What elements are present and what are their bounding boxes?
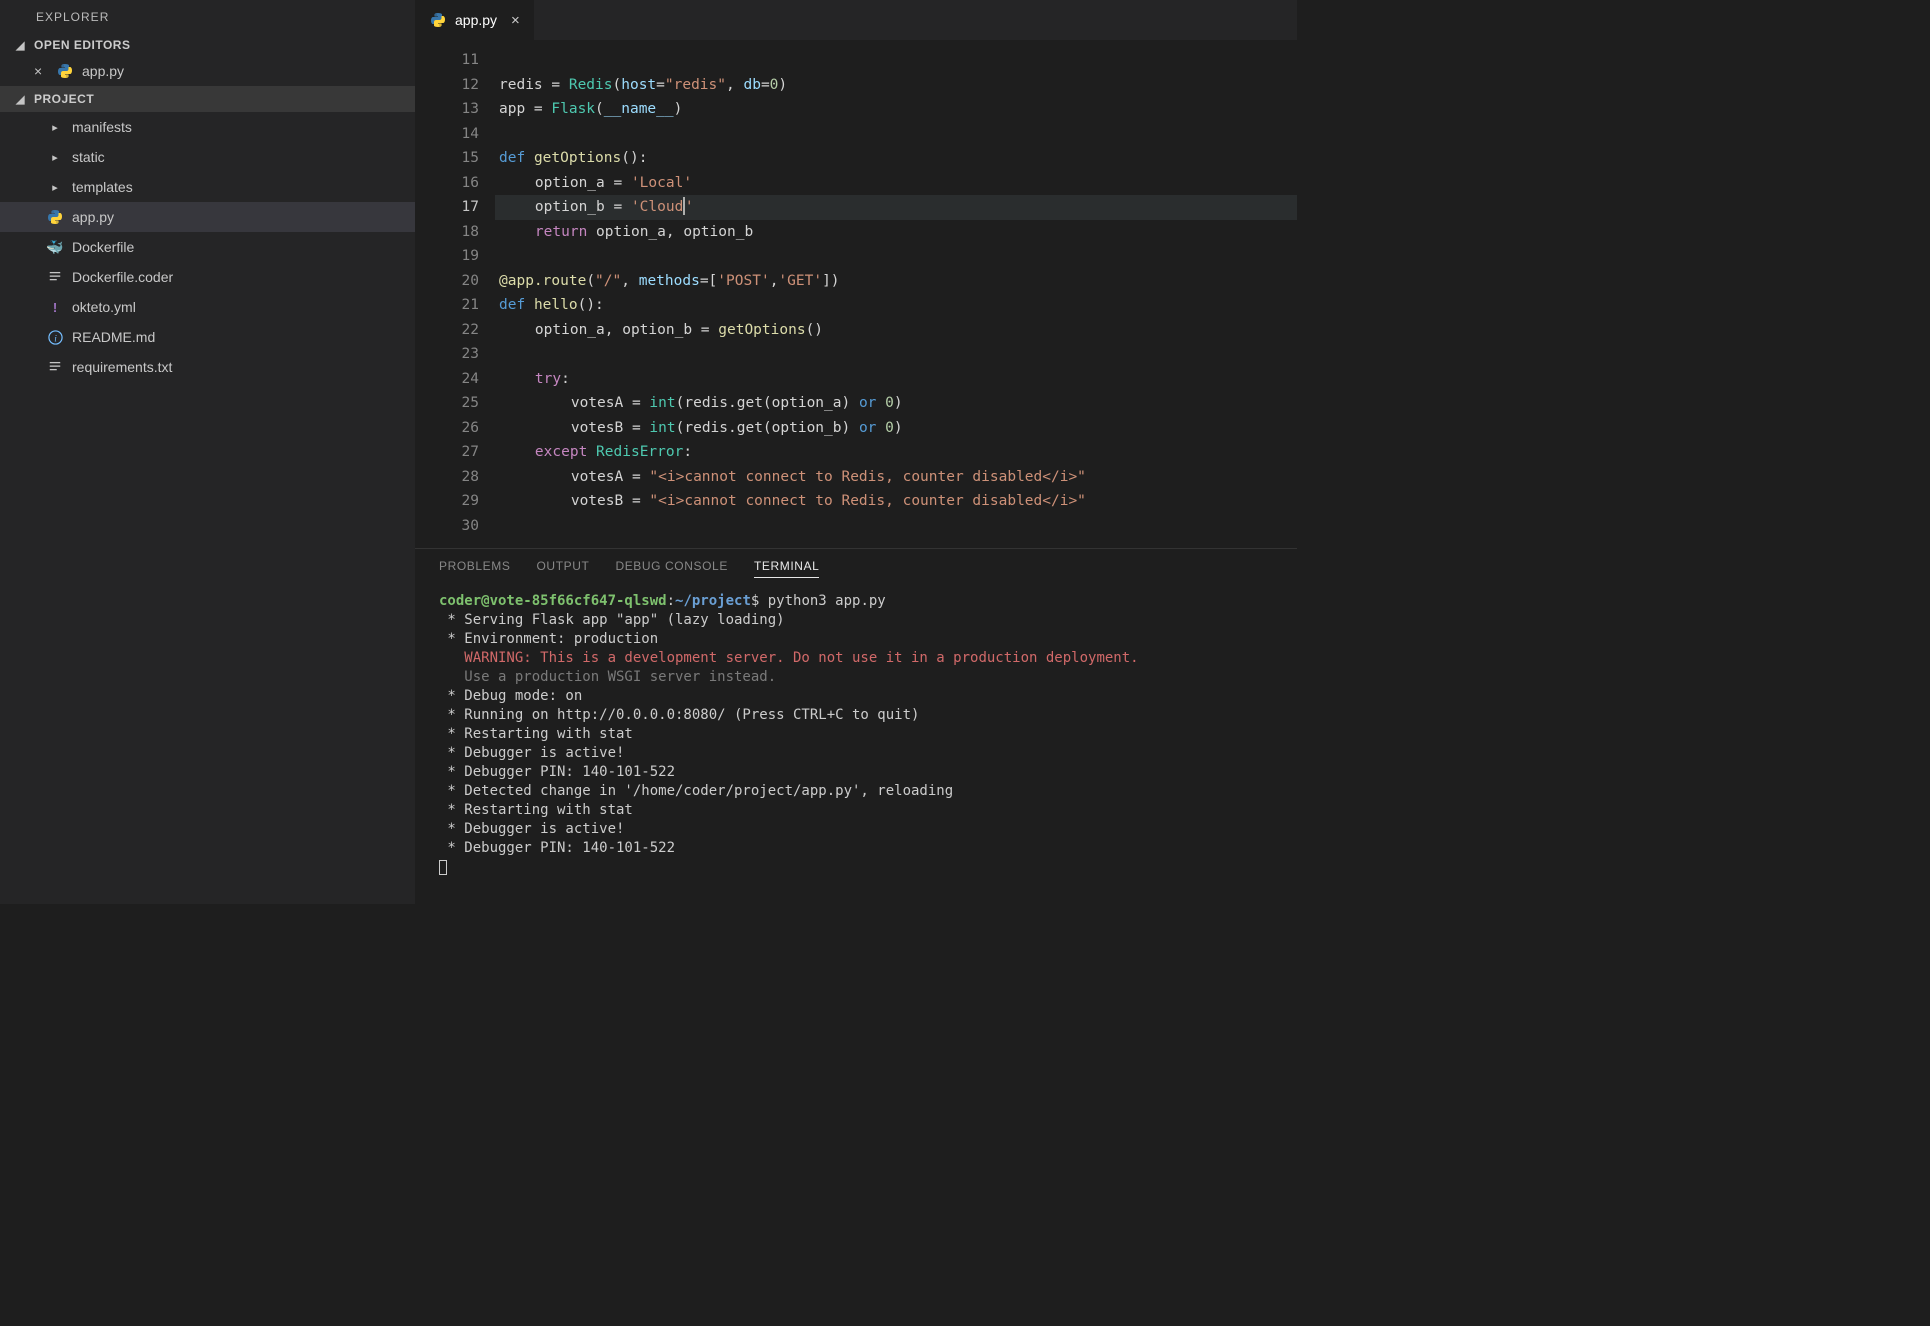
chevron-right-icon: ▸ [46, 178, 64, 196]
python-icon [56, 62, 74, 80]
tree-item-label: app.py [72, 209, 114, 225]
chevron-down-icon: ◢ [16, 93, 28, 106]
code-line[interactable]: votesA = "<i>cannot connect to Redis, co… [495, 465, 1297, 490]
editor-tab[interactable]: app.py × [415, 0, 535, 40]
code-line[interactable]: @app.route("/", methods=['POST','GET']) [495, 269, 1297, 294]
code-line[interactable]: votesB = "<i>cannot connect to Redis, co… [495, 489, 1297, 514]
code-line[interactable] [495, 122, 1297, 147]
code-line[interactable] [495, 244, 1297, 269]
folder-item[interactable]: ▸ templates [0, 172, 415, 202]
bottom-panel: PROBLEMS OUTPUT DEBUG CONSOLE TERMINAL code… [415, 548, 1297, 904]
docker-icon: 🐳 [46, 238, 64, 256]
editor-area: app.py × 11121314151617181920212223242526… [415, 0, 1297, 904]
code-line[interactable]: except RedisError: [495, 440, 1297, 465]
code-line[interactable]: option_a = 'Local' [495, 171, 1297, 196]
info-icon: i [46, 328, 64, 346]
chevron-right-icon: ▸ [46, 148, 64, 166]
open-editor-item[interactable]: × app.py [0, 56, 415, 86]
code-line[interactable]: def hello(): [495, 293, 1297, 318]
python-icon [429, 11, 447, 29]
editor-tabbar: app.py × [415, 0, 1297, 40]
folder-item[interactable]: ▸ static [0, 142, 415, 172]
tree-item-label: README.md [72, 329, 155, 345]
panel-tab-terminal[interactable]: TERMINAL [754, 559, 819, 578]
file-item[interactable]: i README.md [0, 322, 415, 352]
tree-item-label: static [72, 149, 105, 165]
file-lines-icon [46, 358, 64, 376]
python-icon [46, 208, 64, 226]
tree-item-label: Dockerfile [72, 239, 134, 255]
chevron-down-icon: ◢ [16, 39, 28, 52]
tree-item-label: Dockerfile.coder [72, 269, 173, 285]
terminal-output[interactable]: coder@vote-85f66cf647-qlswd:~/project$ p… [415, 588, 1297, 904]
file-item[interactable]: ! okteto.yml [0, 292, 415, 322]
line-number-gutter: 1112131415161718192021222324252627282930 [415, 40, 495, 548]
svg-text:i: i [54, 334, 57, 344]
code-line[interactable]: votesB = int(redis.get(option_b) or 0) [495, 416, 1297, 441]
code-line[interactable] [495, 48, 1297, 73]
code-line[interactable] [495, 514, 1297, 539]
code-line[interactable]: redis = Redis(host="redis", db=0) [495, 73, 1297, 98]
explorer-title: EXPLORER [0, 0, 415, 34]
code-line[interactable]: option_a, option_b = getOptions() [495, 318, 1297, 343]
tree-item-label: templates [72, 179, 133, 195]
file-item[interactable]: app.py [0, 202, 415, 232]
tree-item-label: requirements.txt [72, 359, 172, 375]
project-header[interactable]: ◢ PROJECT [0, 86, 415, 112]
folder-item[interactable]: ▸ manifests [0, 112, 415, 142]
open-editors-header[interactable]: ◢ OPEN EDITORS [0, 34, 415, 56]
code-line[interactable]: return option_a, option_b [495, 220, 1297, 245]
tab-label: app.py [455, 12, 497, 28]
chevron-right-icon: ▸ [46, 118, 64, 136]
file-item[interactable]: requirements.txt [0, 352, 415, 382]
code-line[interactable]: def getOptions(): [495, 146, 1297, 171]
panel-tabbar: PROBLEMS OUTPUT DEBUG CONSOLE TERMINAL [415, 549, 1297, 588]
code-line[interactable]: votesA = int(redis.get(option_a) or 0) [495, 391, 1297, 416]
code-line[interactable]: app = Flask(__name__) [495, 97, 1297, 122]
code-line[interactable]: try: [495, 367, 1297, 392]
code-editor[interactable]: 1112131415161718192021222324252627282930… [415, 40, 1297, 548]
terminal-cursor [439, 860, 447, 875]
file-item[interactable]: 🐳 Dockerfile [0, 232, 415, 262]
code-content[interactable]: redis = Redis(host="redis", db=0)app = F… [495, 40, 1297, 548]
tree-item-label: okteto.yml [72, 299, 136, 315]
panel-tab-output[interactable]: OUTPUT [537, 559, 590, 578]
close-icon[interactable]: × [511, 12, 520, 29]
close-icon[interactable]: × [34, 63, 48, 79]
tree-item-label: manifests [72, 119, 132, 135]
code-line[interactable] [495, 342, 1297, 367]
panel-tab-problems[interactable]: PROBLEMS [439, 559, 511, 578]
file-lines-icon [46, 268, 64, 286]
yaml-icon: ! [46, 298, 64, 316]
explorer-sidebar: EXPLORER ◢ OPEN EDITORS × app.py ◢ PROJEC… [0, 0, 415, 904]
panel-tab-debug-console[interactable]: DEBUG CONSOLE [615, 559, 728, 578]
file-item[interactable]: Dockerfile.coder [0, 262, 415, 292]
file-label: app.py [82, 63, 124, 79]
code-line[interactable]: option_b = 'Cloud' [495, 195, 1297, 220]
